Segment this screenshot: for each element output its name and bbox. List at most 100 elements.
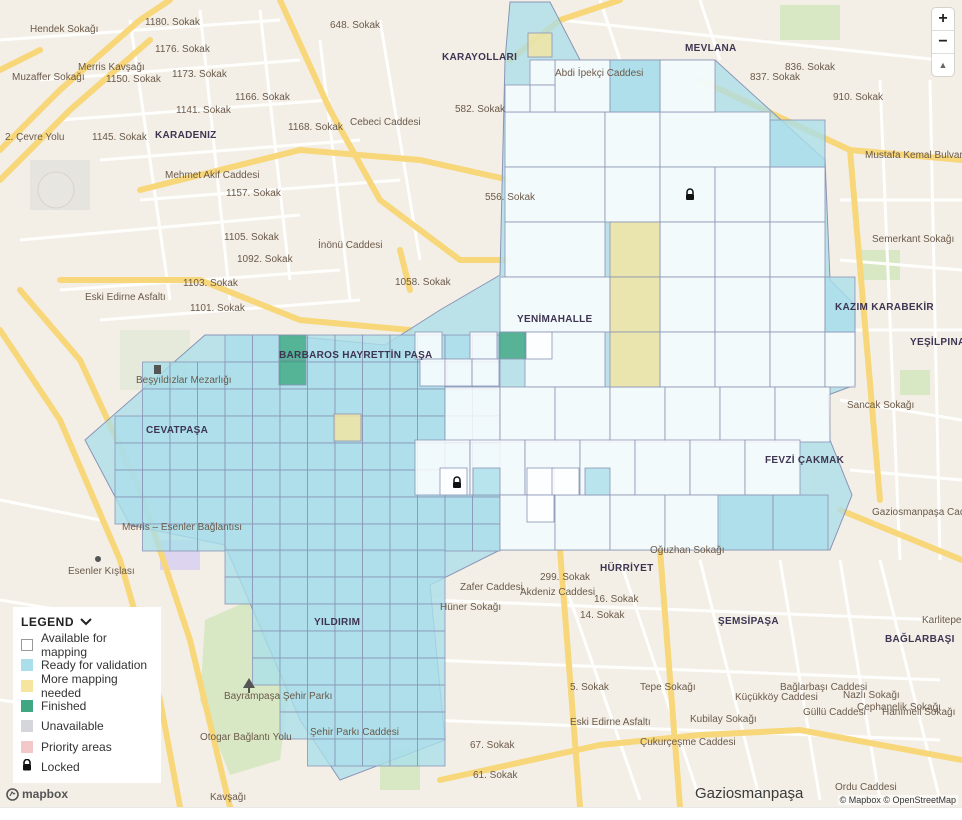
task-cell[interactable] [689,439,746,496]
task-cell[interactable] [504,84,531,113]
task-cell[interactable] [197,388,226,417]
task-cell[interactable] [169,442,198,471]
task-cell[interactable] [417,388,446,417]
task-cell[interactable] [389,630,418,659]
task-cell[interactable] [279,630,308,659]
task-cell[interactable] [252,388,281,417]
task-map[interactable]: Hendek Sokağı 1180. Sokak 1176. Sokak 1173.… [0,0,962,807]
task-cell[interactable] [334,361,363,390]
task-cell[interactable] [444,523,473,552]
task-cell[interactable] [719,386,776,443]
task-cell[interactable] [224,415,253,444]
task-cell[interactable] [334,388,363,417]
legend-toggle[interactable]: LEGEND [21,615,153,629]
task-cell[interactable] [659,331,716,388]
task-cell[interactable] [472,467,501,496]
task-cell[interactable] [769,166,826,223]
task-cell[interactable] [252,603,281,632]
task-cell[interactable] [609,386,666,443]
task-cell[interactable] [609,331,661,388]
task-cell[interactable] [197,496,226,525]
task-cell[interactable] [252,334,281,363]
task-cell[interactable] [526,494,555,523]
task-cell[interactable] [417,630,446,659]
task-cell[interactable] [279,388,308,417]
task-cell[interactable] [307,630,336,659]
task-cell[interactable] [334,576,363,605]
task-cell[interactable] [444,496,473,525]
task-cell[interactable] [334,496,363,525]
task-cell[interactable] [417,738,446,767]
task-cell[interactable] [609,276,661,333]
task-cell[interactable] [197,442,226,471]
task-cell[interactable] [362,738,391,767]
task-cell[interactable] [252,657,281,686]
task-cell[interactable] [307,738,336,767]
task-cell[interactable] [444,334,473,363]
task-cell[interactable] [307,415,336,444]
task-cell[interactable] [362,496,391,525]
task-cell[interactable] [472,523,501,552]
task-cell[interactable] [419,358,448,387]
task-cell[interactable] [389,496,418,525]
task-cell[interactable] [389,738,418,767]
task-cell[interactable] [307,496,336,525]
task-cell[interactable] [252,549,281,578]
task-cell[interactable] [224,442,253,471]
task-cell[interactable] [334,630,363,659]
mapbox-logo[interactable]: mapbox [6,787,68,801]
task-cell[interactable] [444,358,473,387]
task-cell[interactable] [417,549,446,578]
task-cell[interactable] [609,494,666,551]
task-cell[interactable] [252,523,281,552]
task-cell[interactable] [389,469,418,498]
compass-button[interactable]: ▲ [932,54,954,76]
task-cell[interactable] [307,657,336,686]
task-cell[interactable] [333,413,362,442]
task-cell[interactable] [824,331,856,388]
task-cell[interactable] [279,549,308,578]
task-cell[interactable] [604,166,661,223]
task-cell[interactable] [252,576,281,605]
task-cell[interactable] [114,496,143,525]
task-cell[interactable] [444,386,501,443]
task-cell[interactable] [142,388,171,417]
task-cell[interactable] [769,221,826,278]
task-cell[interactable] [389,576,418,605]
task-cell[interactable] [499,386,556,443]
task-cell[interactable] [504,221,606,278]
task-cell[interactable] [279,657,308,686]
task-cell[interactable] [389,388,418,417]
task-cell[interactable] [524,331,553,360]
task-cell[interactable] [551,467,580,496]
task-cell[interactable] [362,469,391,498]
task-cell[interactable] [471,358,500,387]
task-cell[interactable] [334,549,363,578]
task-cell[interactable] [554,386,611,443]
task-cell[interactable] [307,523,336,552]
task-cell[interactable] [774,386,831,443]
task-cell[interactable] [278,359,307,386]
task-cell[interactable] [498,331,527,360]
task-cell[interactable] [362,630,391,659]
task-cell[interactable] [659,221,716,278]
task-cell[interactable] [224,549,253,578]
task-cell[interactable] [169,469,198,498]
task-cell[interactable] [334,657,363,686]
task-cell[interactable] [417,576,446,605]
task-cell[interactable] [526,467,555,496]
task-cell[interactable] [362,415,391,444]
task-cell[interactable] [142,442,171,471]
task-cell[interactable] [307,576,336,605]
task-cell[interactable] [279,523,308,552]
task-cell[interactable] [279,576,308,605]
task-cell[interactable] [224,496,253,525]
task-cell[interactable] [389,442,418,471]
task-cell[interactable] [714,331,771,388]
task-cell[interactable] [307,469,336,498]
task-cell[interactable] [334,442,363,471]
task-cell[interactable] [769,331,826,388]
task-cell[interactable] [389,657,418,686]
task-cell[interactable] [362,388,391,417]
zoom-out-button[interactable]: − [932,31,954,54]
